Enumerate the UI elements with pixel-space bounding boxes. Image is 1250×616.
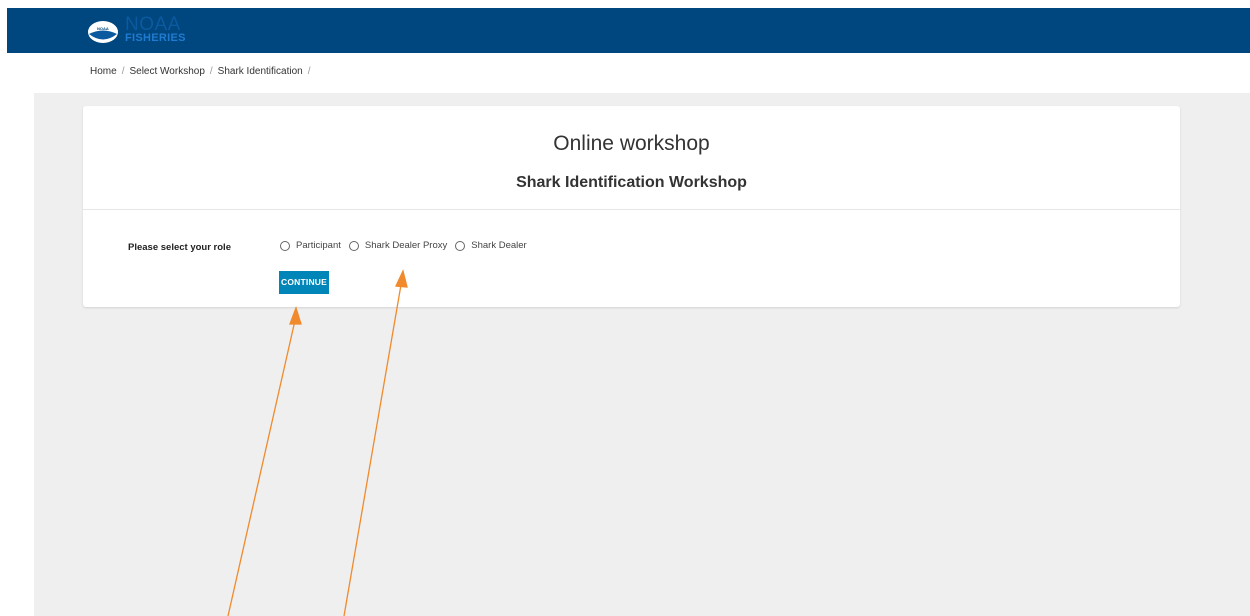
role-option-shark-dealer-proxy[interactable]: Shark Dealer Proxy (348, 240, 448, 251)
role-option-participant[interactable]: Participant (280, 240, 341, 251)
breadcrumb-bar: Home / Select Workshop / Shark Identificatio… (7, 53, 1250, 93)
top-header-bar: NOAA NOAA FISHERIES (7, 8, 1250, 53)
role-select-label: Please select your role (128, 242, 231, 253)
breadcrumb-separator: / (209, 66, 213, 77)
breadcrumb-shark-identification[interactable]: Shark Identification (218, 66, 303, 77)
workshop-card: Online workshop Shark Identification Wor… (83, 106, 1180, 307)
noaa-emblem-badge-text: NOAA (97, 26, 109, 31)
noaa-fisheries-logo[interactable]: NOAA NOAA FISHERIES (87, 14, 217, 47)
role-option-label: Shark Dealer (471, 240, 527, 251)
role-option-shark-dealer[interactable]: Shark Dealer (455, 240, 527, 251)
page-title: Online workshop (553, 132, 710, 155)
role-option-label: Participant (296, 240, 341, 251)
breadcrumb: Home / Select Workshop / Shark Identificatio… (90, 66, 316, 77)
breadcrumb-separator: / (307, 66, 311, 77)
workshop-subtitle: Shark Identification Workshop (516, 174, 747, 191)
radio-button[interactable] (280, 240, 290, 251)
radio-button[interactable] (348, 240, 359, 251)
role-option-label: Shark Dealer Proxy (364, 240, 448, 251)
breadcrumb-select-workshop[interactable]: Select Workshop (129, 66, 204, 77)
role-radio-group: Participant Shark Dealer Proxy Shark Dea… (280, 240, 535, 251)
logo-subtext: FISHERIES (125, 32, 186, 44)
breadcrumb-home[interactable]: Home (90, 66, 117, 77)
radio-button[interactable] (455, 240, 466, 251)
continue-button[interactable]: CONTINUE (279, 271, 329, 294)
card-header: Online workshop Shark Identification Wor… (83, 106, 1180, 210)
noaa-emblem-icon: NOAA (88, 21, 118, 43)
breadcrumb-separator: / (121, 66, 125, 77)
